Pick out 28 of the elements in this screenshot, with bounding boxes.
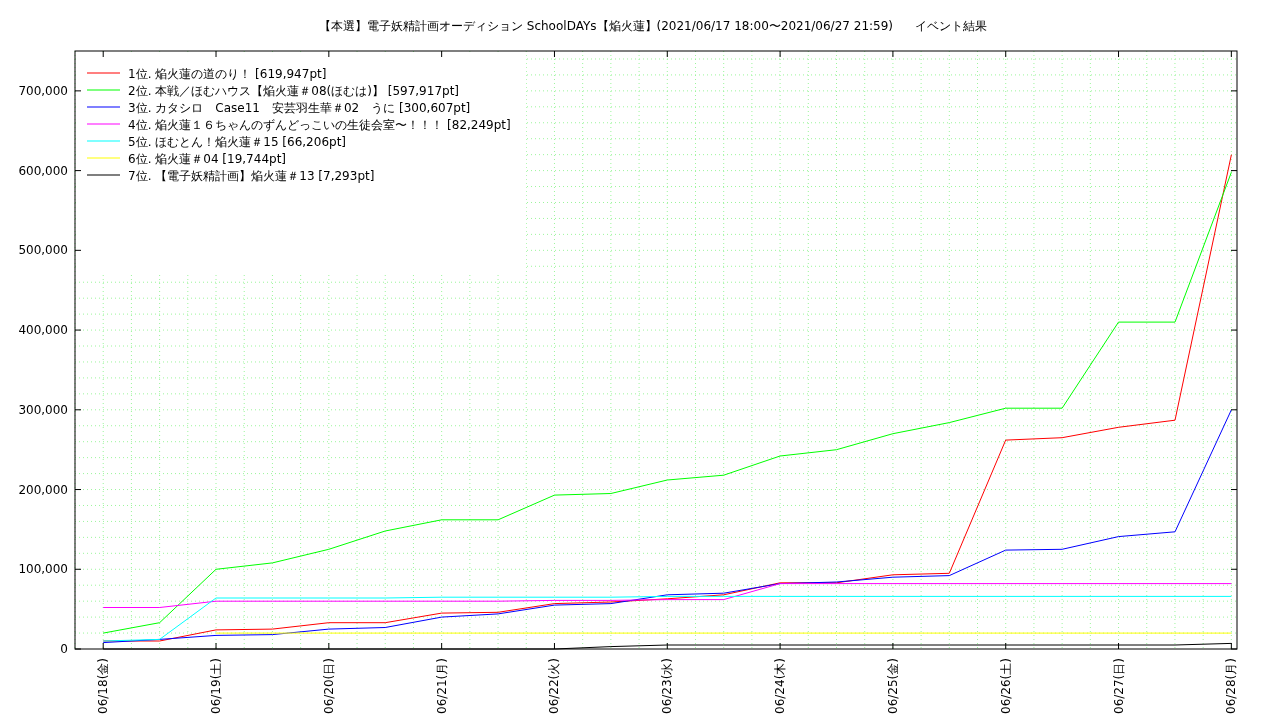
axis-tick-label: 200,000: [18, 482, 68, 497]
legend-label: 2位. 本戦／ほむハウス【焔火蓮＃08(ほむは)】 [597,917pt]: [128, 84, 460, 98]
axis-tick-label: 06/25(金): [885, 658, 900, 714]
axis-tick-label: 06/27(日): [1111, 658, 1126, 714]
axis-tick-label: 500,000: [18, 243, 68, 258]
axis-tick-label: 06/21(月): [434, 658, 449, 714]
axis-tick-label: 06/24(木): [773, 658, 788, 714]
axis-tick-label: 100,000: [18, 562, 68, 577]
legend-label: 3位. カタシロ Case11 安芸羽生華＃02 うに [300,607pt]: [128, 101, 471, 115]
axis-tick-label: 400,000: [18, 323, 68, 338]
chart-title: 【本選】電子妖精計画オーディション SchoolDAYs【焔火蓮】(2021/06/17 18:00〜2021/06/27 21:59): [319, 19, 893, 33]
axis-tick-label: 06/26(土): [998, 658, 1013, 714]
chart-caption: イベント結果: [915, 19, 987, 33]
legend-label: 5位. ほむとん！焔火蓮＃15 [66,206pt]: [128, 135, 347, 149]
axis-tick-label: 300,000: [18, 402, 68, 417]
legend-label: 7位. 【電子妖精計画】焔火蓮＃13 [7,293pt]: [128, 169, 375, 183]
legend-label: 6位. 焔火蓮＃04 [19,744pt]: [128, 152, 287, 166]
axis-tick-label: 06/18(金): [96, 658, 111, 714]
axis-tick-label: 06/28(月): [1224, 658, 1239, 714]
axis-tick-label: 06/22(火): [547, 658, 562, 714]
axis-tick-label: 600,000: [18, 163, 68, 178]
axis-tick-label: 06/19(土): [209, 658, 223, 714]
axis-tick-label: 06/23(水): [660, 658, 675, 714]
axis-tick-label: 06/20(日): [321, 658, 336, 714]
legend-label: 4位. 焔火蓮１６ちゃんのずんどっこいの生徒会室〜！！！ [82,249pt]: [128, 118, 511, 132]
legend-label: 1位. 焔火蓮の道のり！ [619,947pt]: [128, 67, 327, 81]
axis-tick-label: 0: [60, 642, 68, 656]
axis-tick-label: 700,000: [18, 83, 68, 98]
